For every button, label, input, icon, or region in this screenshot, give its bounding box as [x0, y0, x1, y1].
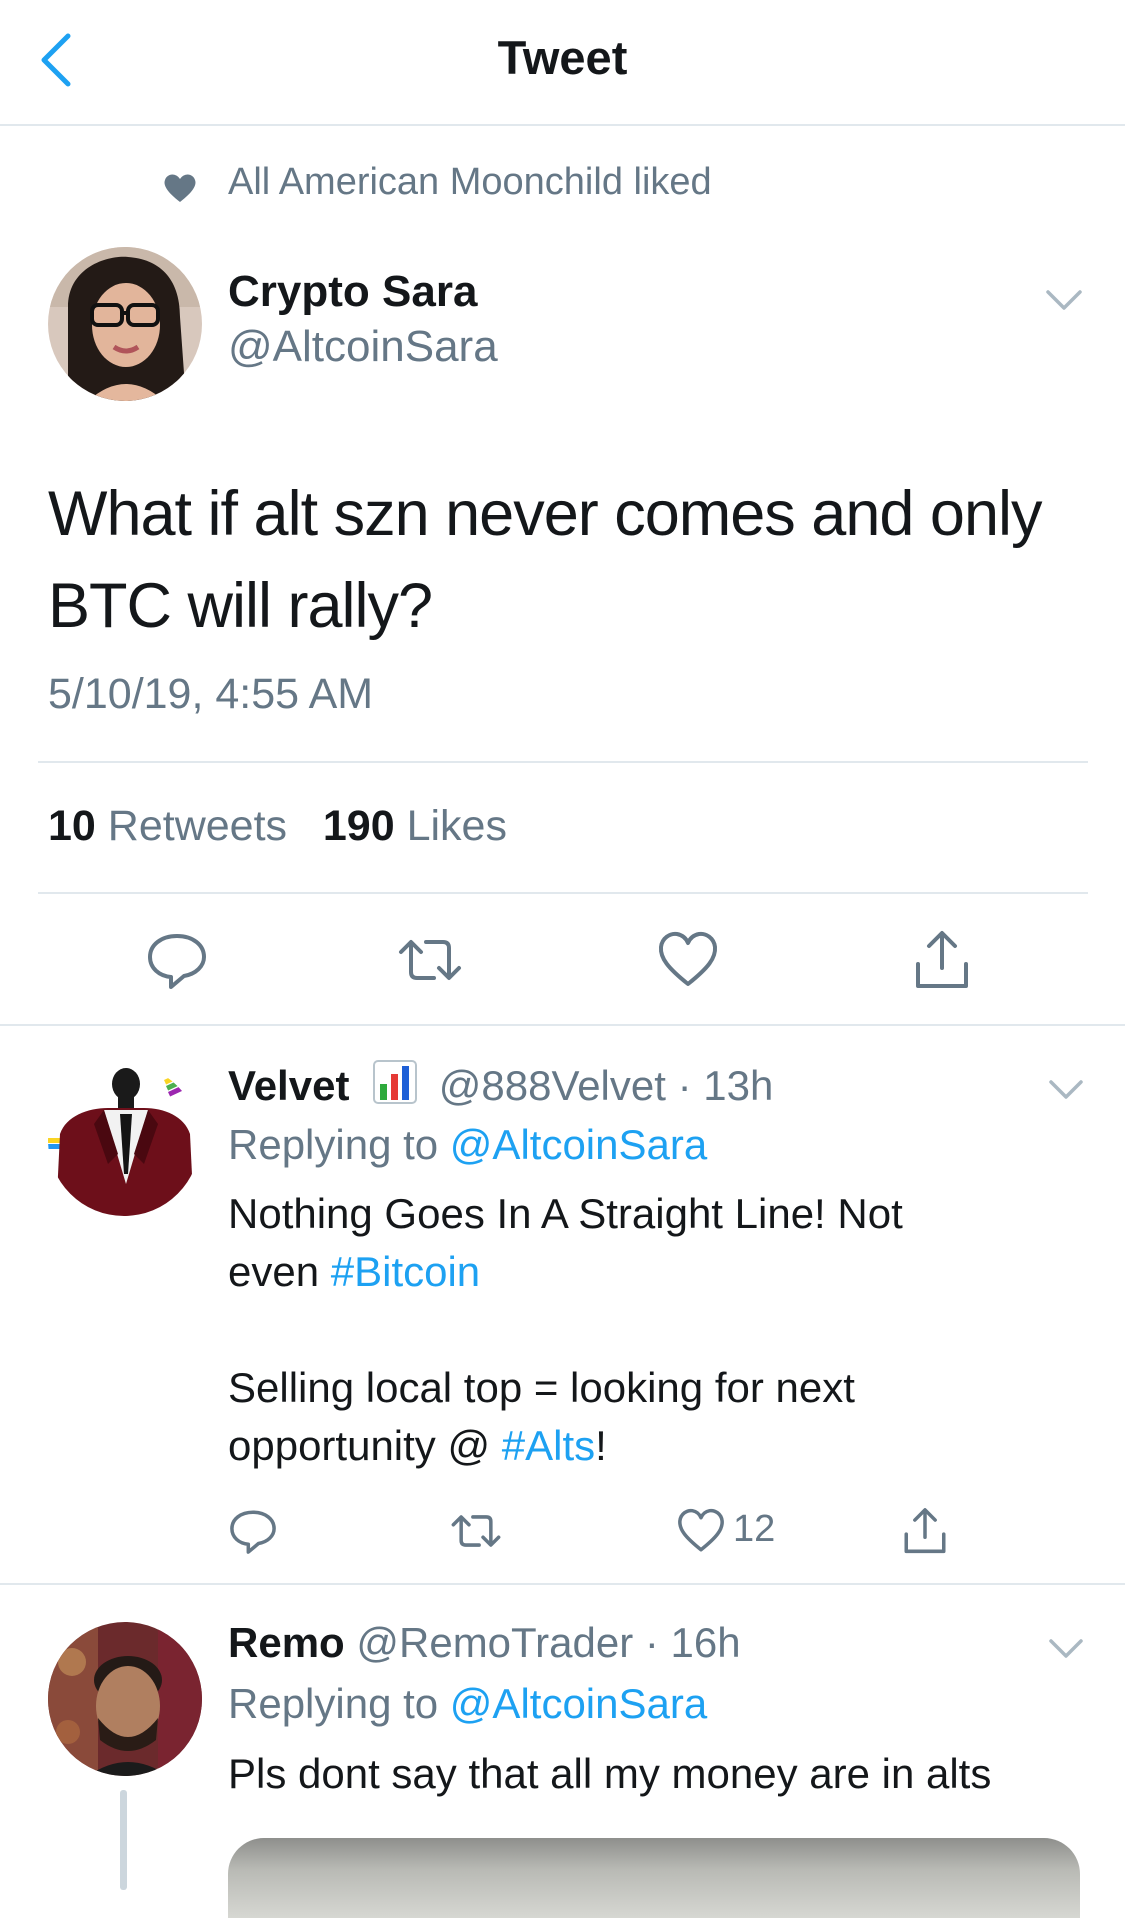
heart-icon	[163, 172, 197, 204]
author-name[interactable]: Remo	[228, 1619, 345, 1666]
replying-prefix: Replying to	[228, 1121, 439, 1168]
likes-count: 190	[322, 802, 395, 850]
tweet-menu-button[interactable]	[1048, 1637, 1084, 1659]
thread-line	[120, 1790, 127, 1890]
like-icon	[658, 931, 718, 986]
chevron-down-icon	[1049, 1639, 1083, 1658]
reply-media-image[interactable]	[228, 1838, 1080, 1918]
chart-emoji	[373, 1060, 418, 1104]
tweet-menu-button[interactable]	[1045, 288, 1083, 312]
retweet-button[interactable]	[451, 1506, 501, 1556]
replying-prefix: Replying to	[228, 1680, 439, 1727]
separator-dot: ·	[644, 1619, 659, 1666]
avatar[interactable]	[48, 247, 202, 401]
tweet-menu-button[interactable]	[1048, 1078, 1084, 1100]
like-button[interactable]	[656, 928, 720, 992]
retweets-label: Retweets	[107, 802, 288, 850]
reply-text: !	[595, 1422, 607, 1469]
chevron-down-icon	[1049, 1080, 1083, 1099]
reply-time: 13h	[703, 1062, 774, 1109]
reply-text-line: Selling local top = looking for next	[228, 1364, 855, 1411]
share-button[interactable]	[900, 1506, 950, 1556]
reply-text: even	[228, 1248, 320, 1295]
reply-header: Remo @RemoTrader · 16h	[228, 1619, 741, 1667]
reply-icon	[230, 1510, 276, 1554]
author-handle[interactable]: @888Velvet	[439, 1062, 666, 1109]
social-context[interactable]: All American Moonchild liked	[228, 161, 712, 204]
author-name[interactable]: Crypto Sara	[228, 267, 477, 317]
retweet-icon	[451, 1515, 501, 1547]
author-handle[interactable]: @AltcoinSara	[228, 322, 498, 372]
like-count: 12	[733, 1508, 776, 1550]
reply-button[interactable]	[228, 1506, 278, 1556]
author-handle[interactable]: @RemoTrader	[356, 1619, 633, 1666]
tweet-timestamp: 5/10/19, 4:55 AM	[48, 670, 374, 718]
like-icon	[678, 1508, 724, 1552]
reply-text-line: opportunity @ #Alts!	[228, 1422, 607, 1470]
author-name[interactable]: Velvet	[228, 1062, 349, 1109]
avatar[interactable]	[48, 1622, 202, 1776]
divider	[38, 761, 1088, 763]
tweet-stats: 10 Retweets 190 Likes	[48, 802, 507, 851]
reply-icon	[148, 934, 206, 989]
reply-text-line: even #Bitcoin	[228, 1248, 480, 1296]
mention-link[interactable]: @AltcoinSara	[450, 1121, 707, 1168]
divider	[38, 892, 1088, 894]
likes-stat[interactable]: 190 Likes	[323, 802, 507, 850]
hashtag-link[interactable]: #Alts	[502, 1422, 595, 1469]
separator-dot: ·	[677, 1062, 692, 1109]
avatar[interactable]	[48, 1064, 200, 1216]
likes-label: Likes	[406, 802, 507, 850]
share-button[interactable]	[910, 928, 974, 992]
page-title: Tweet	[497, 31, 628, 84]
reply-text: Pls dont say that all my money are in al…	[228, 1750, 992, 1797]
share-icon	[916, 931, 968, 988]
hashtag-link[interactable]: #Bitcoin	[331, 1248, 480, 1295]
retweets-stat[interactable]: 10 Retweets	[48, 802, 287, 850]
replying-to: Replying to @AltcoinSara	[228, 1680, 707, 1728]
divider	[0, 1024, 1125, 1026]
tweet-text: What if alt szn never comes and only BTC…	[48, 479, 1042, 641]
reply-header: Velvet @888Velvet · 13h	[228, 1060, 773, 1110]
reply-time: 16h	[670, 1619, 741, 1666]
retweet-button[interactable]	[398, 928, 462, 992]
chevron-down-icon	[1046, 290, 1082, 310]
reply-text-line: Nothing Goes In A Straight Line! Not	[228, 1190, 903, 1237]
reply-button[interactable]	[145, 928, 209, 992]
mention-link[interactable]: @AltcoinSara	[450, 1680, 707, 1727]
reply-text: opportunity @	[228, 1422, 491, 1469]
header-divider	[0, 124, 1125, 126]
retweet-icon	[399, 940, 461, 980]
share-icon	[904, 1508, 946, 1554]
replying-to: Replying to @AltcoinSara	[228, 1121, 707, 1169]
divider	[0, 1583, 1125, 1585]
retweets-count: 10	[48, 802, 96, 850]
like-button[interactable]	[676, 1506, 726, 1556]
